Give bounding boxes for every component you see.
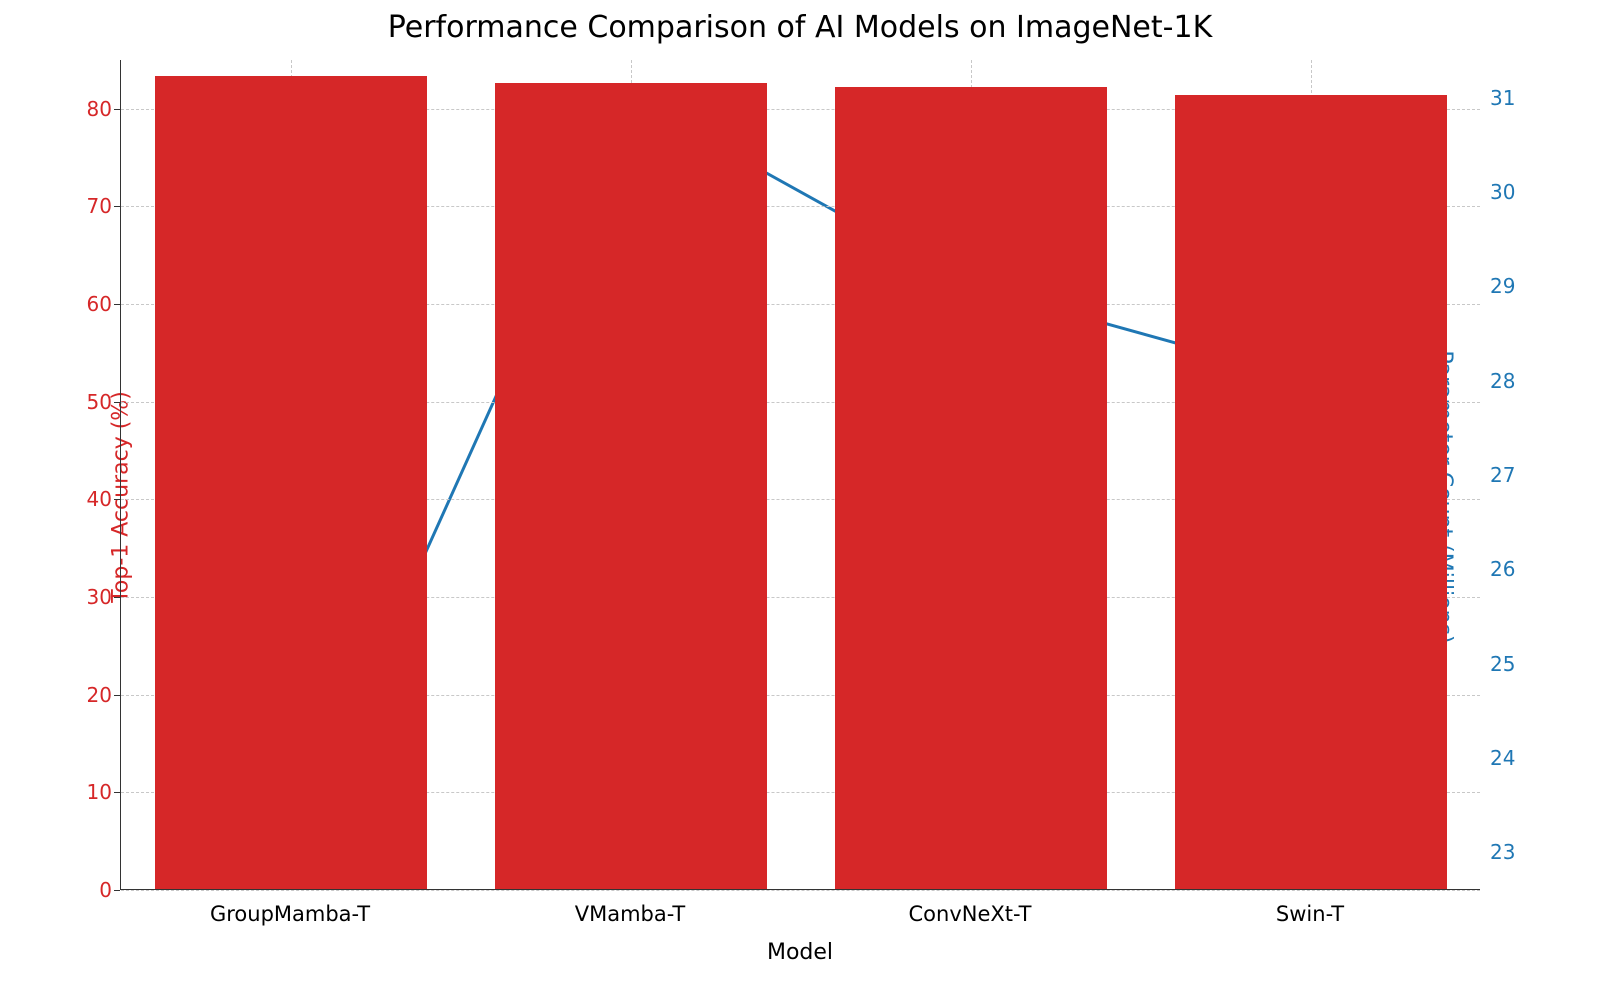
y1-tick-mark bbox=[114, 304, 120, 305]
x-tick-label: VMamba-T bbox=[575, 902, 686, 926]
y2-tick-label: 31 bbox=[1490, 86, 1550, 110]
bar bbox=[495, 83, 767, 889]
y2-tick-label: 23 bbox=[1490, 840, 1550, 864]
chart-title: Performance Comparison of AI Models on I… bbox=[0, 10, 1600, 45]
y1-tick-label: 70 bbox=[72, 194, 112, 218]
y1-tick-label: 60 bbox=[72, 292, 112, 316]
y1-tick-mark bbox=[114, 402, 120, 403]
x-tick-label: Swin-T bbox=[1276, 902, 1344, 926]
y1-tick-label: 30 bbox=[72, 585, 112, 609]
bar bbox=[835, 87, 1107, 889]
y2-tick-label: 24 bbox=[1490, 746, 1550, 770]
y1-tick-mark bbox=[114, 890, 120, 891]
y1-tick-mark bbox=[114, 597, 120, 598]
grid-line-h bbox=[121, 890, 1480, 891]
y1-tick-label: 20 bbox=[72, 683, 112, 707]
y1-tick-label: 10 bbox=[72, 780, 112, 804]
y2-tick-label: 26 bbox=[1490, 557, 1550, 581]
y1-tick-label: 0 bbox=[72, 878, 112, 902]
y2-tick-label: 27 bbox=[1490, 463, 1550, 487]
x-tick-label: GroupMamba-T bbox=[210, 902, 370, 926]
y1-tick-mark bbox=[114, 695, 120, 696]
y1-tick-label: 40 bbox=[72, 487, 112, 511]
y1-tick-label: 50 bbox=[72, 390, 112, 414]
x-tick-label: ConvNeXt-T bbox=[909, 902, 1032, 926]
bar bbox=[1175, 95, 1447, 889]
y2-tick-label: 25 bbox=[1490, 652, 1550, 676]
param-line bbox=[291, 98, 1310, 852]
y1-tick-mark bbox=[114, 109, 120, 110]
y2-tick-label: 28 bbox=[1490, 369, 1550, 393]
x-axis-label: Model bbox=[0, 940, 1600, 965]
y1-tick-mark bbox=[114, 499, 120, 500]
y2-tick-label: 29 bbox=[1490, 274, 1550, 298]
bar bbox=[155, 76, 427, 889]
y1-tick-label: 80 bbox=[72, 97, 112, 121]
chart-container: Performance Comparison of AI Models on I… bbox=[0, 0, 1600, 994]
y1-tick-mark bbox=[114, 792, 120, 793]
y2-tick-label: 30 bbox=[1490, 180, 1550, 204]
y1-tick-mark bbox=[114, 206, 120, 207]
plot-area bbox=[120, 60, 1480, 890]
